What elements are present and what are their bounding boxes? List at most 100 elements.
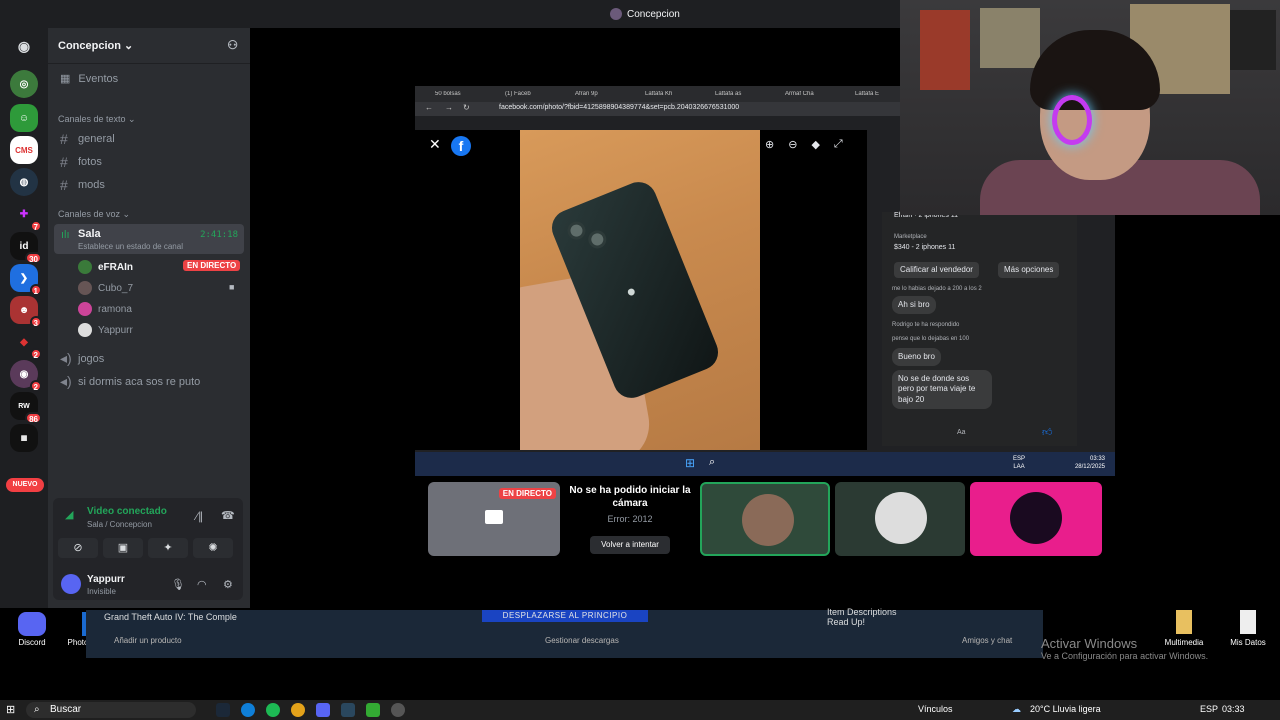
manage-downloads-button[interactable]: Gestionar descargas [545, 636, 619, 645]
server-icon-7[interactable]: ❯ 1 [10, 264, 42, 296]
noise-suppression-icon[interactable]: ⁄∥ [196, 510, 203, 523]
avatar[interactable] [61, 574, 81, 594]
voice-channel-sala[interactable]: ılı Sala Establece un estado de canal 2:… [54, 224, 244, 254]
server-icon-8[interactable]: ☻ 3 [10, 296, 42, 328]
text-category[interactable]: Canales de texto ⌄ [58, 114, 136, 125]
message-input[interactable]: Aa [957, 429, 966, 436]
steam-icon[interactable] [341, 703, 355, 717]
rate-seller-button[interactable]: Calificar al vendedor [894, 262, 979, 278]
weather-widget[interactable]: 20°C Lluvia ligera [1030, 704, 1101, 714]
edge-icon[interactable] [241, 703, 255, 717]
participant-tile[interactable] [835, 482, 965, 556]
server-icon-6[interactable]: id 30 [10, 232, 42, 264]
server-icon-11[interactable]: RW 86 [10, 392, 42, 424]
server-icon-2[interactable]: ☺ [10, 104, 38, 132]
participant-tile[interactable] [970, 482, 1102, 556]
activities-button[interactable]: ✦ [148, 538, 188, 558]
browser-tab[interactable]: 50 bolsas [435, 91, 499, 97]
fullscreen-icon[interactable]: ⤢ [834, 138, 843, 151]
participant-tile[interactable] [700, 482, 830, 556]
voice-connected-title[interactable]: Video conectado [87, 506, 167, 517]
clock[interactable]: 03:33 [1222, 704, 1245, 714]
chat-message[interactable]: No se de donde sos pero por tema viaje t… [892, 370, 992, 410]
desktop-icon-discord[interactable]: Discord [14, 612, 50, 647]
zoom-in-icon[interactable]: ⊕ [765, 138, 774, 151]
add-user-icon[interactable]: ⚇ [227, 38, 238, 52]
language-indicator[interactable]: ESP [1200, 704, 1218, 714]
server-icon-5[interactable]: ✚ 7 [10, 200, 42, 232]
server-icon-12[interactable]: ▦ [10, 424, 38, 452]
server-header[interactable]: Concepcion ⌄ ⚇ [48, 28, 250, 64]
server-icon-9[interactable]: ◆ 2 [10, 328, 42, 360]
browser-tab[interactable]: Lattafa as [715, 91, 779, 97]
participant-tile-stream[interactable]: EN DIRECTO [428, 482, 560, 556]
server-icon-1[interactable]: ◎ [10, 70, 38, 98]
back-icon[interactable]: ← [425, 103, 433, 112]
retry-button[interactable]: Volver a intentar [590, 536, 670, 554]
spotify-icon[interactable] [266, 703, 280, 717]
voice-category-label: Canales de voz [58, 209, 121, 219]
server-icon-10[interactable]: ◉ 2 [10, 360, 42, 392]
server-icon-cms[interactable]: CMS [10, 136, 38, 164]
voice-channel-2[interactable]: ◂) si dormis aca sos re puto [60, 373, 200, 390]
voice-category[interactable]: Canales de voz ⌄ [58, 209, 130, 220]
browser-tab[interactable]: Lattafa Kh [645, 91, 709, 97]
headphones-icon[interactable]: ◠ [197, 578, 207, 591]
disconnect-icon[interactable]: ☎ [221, 509, 235, 522]
browser-tab[interactable]: Armaf Cha [785, 91, 849, 97]
channel-mods[interactable]: # mods [60, 177, 105, 193]
voice-connected-subtitle[interactable]: Sala / Concepcion [87, 520, 152, 529]
desktop-icon-misdatos[interactable]: Mis Datos [1226, 610, 1270, 647]
voice-member[interactable]: Cubo_7 [78, 281, 133, 295]
steam-game-title[interactable]: Grand Theft Auto IV: The Comple [104, 612, 237, 622]
channel-general[interactable]: # general [60, 131, 115, 147]
browser-tab[interactable]: (1) Faceb [505, 91, 569, 97]
streamed-taskbar: ⊞ ⌕ ESP LAA 03:33 28/12/2025 [415, 452, 1115, 476]
windows-start-icon[interactable]: ⊞ [6, 703, 15, 716]
microphone-icon[interactable]: 🎙︎ [171, 578, 185, 591]
gear-icon[interactable]: ⚙ [223, 578, 233, 591]
voice-channel-jogos[interactable]: ◂) jogos [60, 350, 104, 367]
close-icon[interactable]: ✕ [429, 136, 441, 153]
events-item[interactable]: ▦ Eventos [60, 72, 118, 86]
camera-off-button[interactable]: ⊘ [58, 538, 98, 558]
discord-icon[interactable] [316, 703, 330, 717]
voice-member[interactable]: eFRAIn [78, 260, 133, 274]
activation-subtitle: Ve a Configuración para activar Windows. [1041, 651, 1209, 661]
chrome-icon[interactable] [291, 703, 305, 717]
reload-icon[interactable]: ↻ [463, 103, 470, 112]
voice-channel-status[interactable]: Establece un estado de canal [78, 242, 183, 251]
avatar [78, 281, 92, 295]
links-toolbar[interactable]: Vínculos [918, 704, 953, 714]
discord-home-icon[interactable]: ◉ [10, 32, 38, 60]
scroll-to-top-button[interactable]: DESPLAZARSE AL PRINCIPIO [482, 610, 648, 622]
facebook-logo-icon[interactable]: f [451, 136, 471, 156]
user-name[interactable]: Yappurr [87, 574, 125, 585]
forward-icon[interactable]: → [445, 103, 453, 112]
screen-share-button[interactable]: ▣ [103, 538, 143, 558]
chat-message[interactable]: Bueno bro [892, 348, 941, 367]
server-icon-4[interactable]: ◍ [10, 168, 38, 196]
listing-title[interactable]: $340 - 2 iphones 11 [894, 244, 955, 251]
zoom-out-icon[interactable]: ⊖ [788, 138, 797, 151]
voice-member[interactable]: ramona [78, 302, 132, 316]
app-icon[interactable] [366, 703, 380, 717]
more-options-button[interactable]: Más opciones [998, 262, 1060, 278]
friends-chat-button[interactable]: Amigos y chat [962, 636, 1012, 645]
taskbar-search[interactable]: ⌕ Buscar [26, 702, 196, 718]
browser-tab[interactable]: Afran 9p [575, 91, 639, 97]
obs-icon[interactable] [391, 703, 405, 717]
chat-message[interactable]: Ah si bro [892, 296, 936, 315]
add-product-button[interactable]: Añadir un producto [114, 636, 182, 645]
steam-icon[interactable] [216, 703, 230, 717]
url-text[interactable]: facebook.com/photo/?fbid=412589890438977… [499, 104, 739, 111]
channel-fotos[interactable]: # fotos [60, 154, 102, 170]
thumbs-up-icon[interactable]: 👍︎ [1042, 426, 1052, 438]
hash-icon: # [60, 131, 68, 147]
desktop-icon-label: Mis Datos [1230, 638, 1266, 647]
steam-item[interactable]: Item Descriptions Read Up! [827, 607, 897, 628]
soundboard-button[interactable]: ✺ [193, 538, 233, 558]
viewer-tools: ⊕ ⊖ ◆ ⤢ [765, 138, 843, 151]
tag-icon[interactable]: ◆ [811, 138, 819, 151]
voice-member[interactable]: Yappurr [78, 323, 133, 337]
